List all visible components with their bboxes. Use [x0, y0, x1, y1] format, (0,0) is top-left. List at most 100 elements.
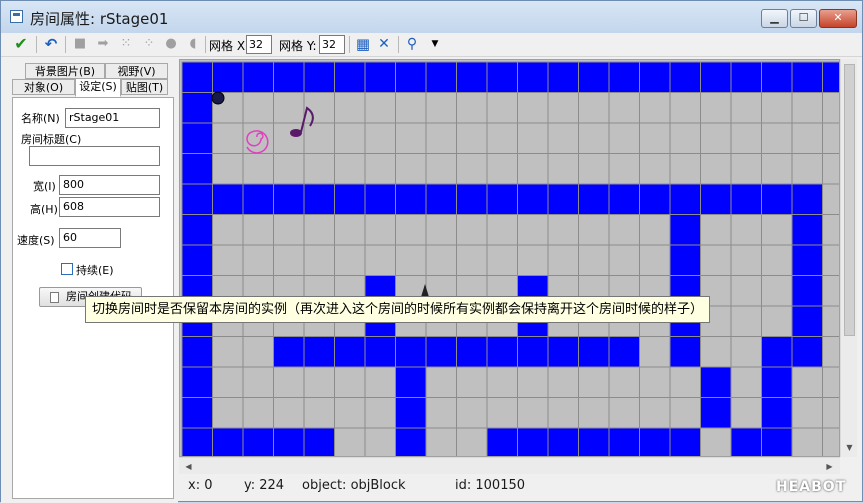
block-instance[interactable] [486, 336, 518, 368]
room-canvas[interactable] [179, 59, 840, 457]
block-instance[interactable] [364, 61, 396, 93]
block-instance[interactable] [395, 183, 427, 215]
grid-cell[interactable] [578, 153, 610, 185]
block-instance[interactable] [212, 183, 244, 215]
grid-cell[interactable] [242, 244, 274, 276]
grid-cell[interactable] [273, 92, 305, 124]
block-instance[interactable] [730, 61, 762, 93]
grid-cell[interactable] [456, 366, 488, 398]
grid-cell[interactable] [822, 214, 841, 246]
block-instance[interactable] [578, 183, 610, 215]
tab-backgrounds[interactable]: 背景图片(B) [25, 63, 105, 79]
grid-cell[interactable] [395, 244, 427, 276]
block-instance[interactable] [578, 61, 610, 93]
grid-cell[interactable] [639, 397, 671, 429]
grid-cell[interactable] [334, 153, 366, 185]
block-instance[interactable] [669, 244, 701, 276]
block-instance[interactable] [181, 214, 213, 246]
block-instance[interactable] [761, 61, 793, 93]
grid-cell[interactable] [486, 153, 518, 185]
grid-cell[interactable] [334, 366, 366, 398]
block-instance[interactable] [242, 61, 274, 93]
grid-cell[interactable] [456, 153, 488, 185]
room-grid[interactable] [180, 60, 840, 457]
block-instance[interactable] [303, 336, 335, 368]
block-instance[interactable] [212, 427, 244, 457]
block-instance[interactable] [242, 183, 274, 215]
grid-cell[interactable] [456, 92, 488, 124]
block-instance[interactable] [181, 336, 213, 368]
grid-cell[interactable] [517, 214, 549, 246]
grid-y-input[interactable]: 32 [319, 35, 345, 54]
grid-cell[interactable] [700, 214, 732, 246]
grid-cell[interactable] [761, 275, 793, 307]
grid-cell[interactable] [578, 122, 610, 154]
grid-cell[interactable] [608, 214, 640, 246]
grid-cell[interactable] [578, 366, 610, 398]
grid-cell[interactable] [212, 122, 244, 154]
grid-cell[interactable] [303, 214, 335, 246]
grid-cell[interactable] [212, 397, 244, 429]
grid-cell[interactable] [639, 336, 671, 368]
grid-cell[interactable] [303, 397, 335, 429]
grid-cell[interactable] [578, 397, 610, 429]
grid-cell[interactable] [700, 92, 732, 124]
speed-field[interactable]: 60 [59, 228, 121, 248]
grid-cell[interactable] [669, 366, 701, 398]
grid-cell[interactable] [639, 153, 671, 185]
block-instance[interactable] [547, 427, 579, 457]
grid-cell[interactable] [456, 122, 488, 154]
grid-cell[interactable] [456, 427, 488, 457]
grid-cell[interactable] [273, 244, 305, 276]
block-instance[interactable] [181, 397, 213, 429]
grid-cell[interactable] [547, 92, 579, 124]
grid-cell[interactable] [425, 397, 457, 429]
block-instance[interactable] [303, 61, 335, 93]
coin-instance[interactable] [211, 91, 225, 105]
grid-cell[interactable] [486, 92, 518, 124]
block-instance[interactable] [395, 366, 427, 398]
block-instance[interactable] [364, 183, 396, 215]
grid-cell[interactable] [303, 153, 335, 185]
grid-cell[interactable] [608, 397, 640, 429]
grid-cell[interactable] [517, 92, 549, 124]
block-instance[interactable] [791, 305, 823, 337]
grid-cell[interactable] [364, 427, 396, 457]
grid-cell[interactable] [273, 153, 305, 185]
block-instance[interactable] [273, 336, 305, 368]
grid-cell[interactable] [486, 366, 518, 398]
grid-cell[interactable] [517, 366, 549, 398]
grid-cell[interactable] [303, 366, 335, 398]
grid-cell[interactable] [730, 153, 762, 185]
shift-icon[interactable]: ➡ [95, 36, 111, 52]
width-field[interactable]: 800 [59, 175, 160, 195]
block-instance[interactable] [181, 244, 213, 276]
block-instance[interactable] [395, 336, 427, 368]
grid-cell[interactable] [639, 244, 671, 276]
grid-cell[interactable] [822, 244, 841, 276]
grid-x-input[interactable]: 32 [246, 35, 272, 54]
block-instance[interactable] [791, 183, 823, 215]
title-bar[interactable]: 房间属性: rStage01 ▁ ☐ ✕ [1, 1, 862, 33]
grid-cell[interactable] [639, 122, 671, 154]
grid-cell[interactable] [669, 153, 701, 185]
block-instance[interactable] [761, 336, 793, 368]
block-instance[interactable] [791, 244, 823, 276]
block-instance[interactable] [700, 183, 732, 215]
grid-cell[interactable] [761, 305, 793, 337]
grid-cell[interactable] [822, 183, 841, 215]
block-instance[interactable] [791, 275, 823, 307]
block-instance[interactable] [639, 183, 671, 215]
block-instance[interactable] [395, 397, 427, 429]
grid-cell[interactable] [242, 336, 274, 368]
grid-cell[interactable] [456, 244, 488, 276]
grid-cell[interactable] [334, 427, 366, 457]
grid-cell[interactable] [700, 122, 732, 154]
grid-cell[interactable] [730, 305, 762, 337]
block-instance[interactable] [181, 427, 213, 457]
grid-cell[interactable] [791, 92, 823, 124]
grid-cell[interactable] [822, 153, 841, 185]
block-instance[interactable] [761, 397, 793, 429]
block-instance[interactable] [364, 336, 396, 368]
grid-cell[interactable] [242, 397, 274, 429]
